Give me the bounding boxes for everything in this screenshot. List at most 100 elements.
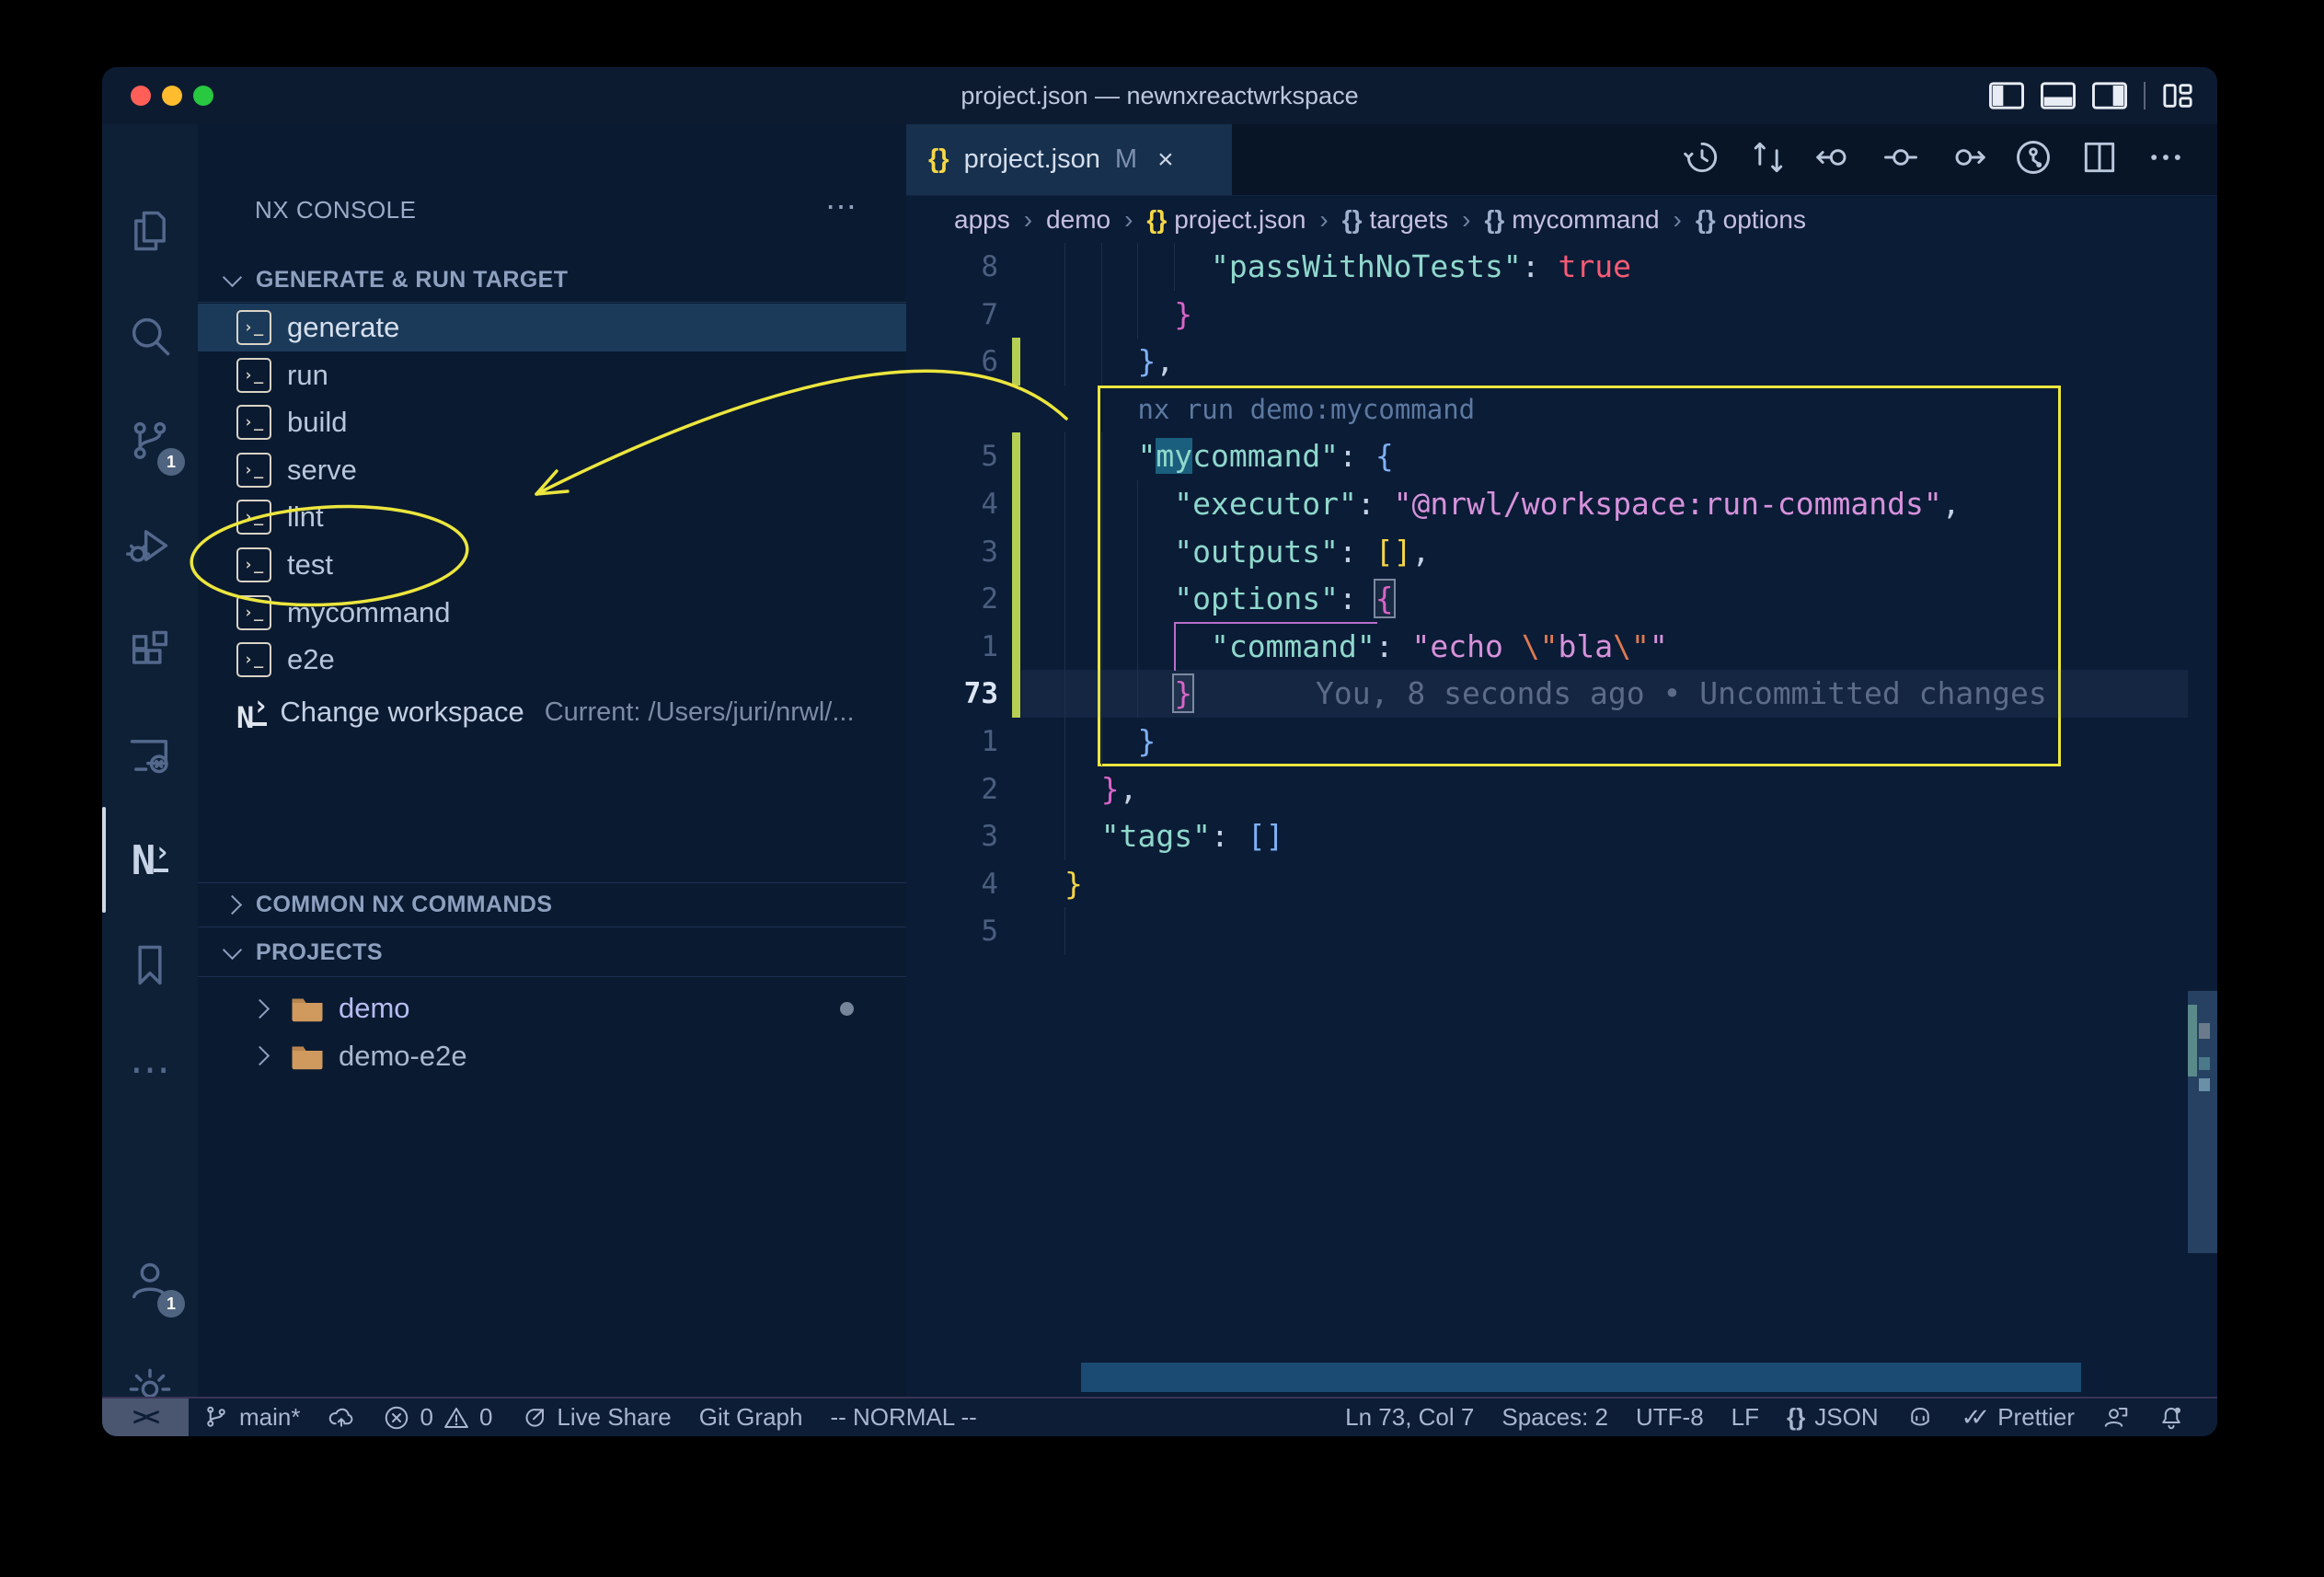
activity-item-remote-explorer[interactable] [102, 709, 198, 801]
code-line[interactable]: 1 "command": "echo \"bla\"" [906, 623, 2217, 671]
status-copilot[interactable] [1893, 1399, 1948, 1436]
code-text: "mycommand": { [1064, 432, 1394, 480]
project-label: demo-e2e [339, 1040, 467, 1073]
project-item-demo[interactable]: demo [198, 984, 906, 1032]
tab-close-icon[interactable]: × [1157, 144, 1174, 176]
status-encoding[interactable]: UTF-8 [1622, 1399, 1718, 1436]
code-line[interactable]: 5 [906, 907, 2217, 955]
code-line[interactable]: 8 "passWithNoTests": true [906, 243, 2217, 291]
code-line[interactable]: 5 "mycommand": { [906, 432, 2217, 480]
activity-item-more-views[interactable]: ⋯ [102, 1024, 198, 1116]
code-text: }, [1064, 338, 1174, 386]
layout-controls [1989, 67, 2193, 124]
code-text: } [1064, 670, 1192, 718]
sidebar-more-actions-icon[interactable]: ⋯ [825, 189, 858, 225]
target-label: serve [287, 454, 357, 487]
line-number: 7 [934, 291, 998, 339]
status-git-branch[interactable]: main* [189, 1399, 314, 1436]
code-lens-run-command[interactable]: nx run demo:mycommand [1137, 386, 1475, 433]
breadcrumb-item-targets[interactable]: {}targets [1342, 205, 1448, 235]
breadcrumb-item-mycommand[interactable]: {}mycommand [1484, 205, 1659, 235]
breadcrumb-item-options[interactable]: {}options [1696, 205, 1806, 235]
breadcrumb-item-apps[interactable]: apps [954, 205, 1010, 235]
section-label: COMMON NX COMMANDS [256, 892, 552, 918]
breadcrumb-label: targets [1370, 205, 1449, 234]
status-eol[interactable]: LF [1718, 1399, 1773, 1436]
activity-item-search[interactable] [102, 290, 198, 382]
status-notifications[interactable] [2144, 1399, 2199, 1436]
file-history-icon[interactable] [2013, 137, 2054, 182]
status-problems[interactable]: 00 [369, 1399, 506, 1436]
line-number: 3 [934, 528, 998, 576]
code-line[interactable]: 7 } [906, 291, 2217, 339]
activity-item-extensions[interactable] [102, 604, 198, 696]
current-workspace-path: Current: /Users/juri/nrwl/... [545, 697, 855, 728]
target-item-build[interactable]: ›_build [198, 398, 906, 446]
toggle-secondary-sidebar-icon[interactable] [2092, 82, 2127, 109]
status-vim-mode[interactable]: -- NORMAL -- [816, 1399, 990, 1436]
toggle-sidebar-icon[interactable] [1989, 82, 2024, 109]
status-live-share[interactable]: Live Share [506, 1399, 685, 1436]
activity-item-explorer[interactable] [102, 185, 198, 277]
code-line[interactable]: 2 "options": { [906, 575, 2217, 623]
status-prettier[interactable]: ✓✓Prettier [1948, 1399, 2088, 1436]
target-item-lint[interactable]: ›_lint [198, 493, 906, 541]
activity-item-accounts[interactable]: 1 [102, 1235, 198, 1327]
previous-change-icon[interactable] [1814, 137, 1855, 182]
code-line[interactable]: 1 } [906, 718, 2217, 765]
status-language-mode[interactable]: {}JSON [1773, 1399, 1893, 1436]
code-line[interactable]: 73 }You, 8 seconds ago • Uncommitted cha… [906, 670, 2217, 718]
code-line[interactable]: 4 "executor": "@nrwl/workspace:run-comma… [906, 480, 2217, 528]
breadcrumb-item-demo[interactable]: demo [1046, 205, 1110, 235]
status-indentation[interactable]: Spaces: 2 [1488, 1399, 1622, 1436]
target-item-run[interactable]: ›_run [198, 351, 906, 399]
tab-project-json[interactable]: {} project.json M × [906, 124, 1232, 195]
status-sync[interactable] [314, 1399, 369, 1436]
split-editor-icon[interactable] [2079, 137, 2120, 182]
code-editor[interactable]: 8 "passWithNoTests": true7 }6 },nx run d… [906, 242, 2217, 1399]
code-text: } [1064, 860, 1083, 908]
current-change-icon[interactable] [1881, 137, 1921, 182]
line-number: 73 [934, 670, 998, 718]
section-generate-run-target[interactable]: GENERATE & RUN TARGET [198, 258, 906, 302]
activity-item-source-control[interactable]: 1 [102, 395, 198, 487]
compare-changes-icon[interactable] [1748, 137, 1789, 182]
json-braces-icon: {} [1696, 205, 1716, 234]
activity-item-bookmarks[interactable] [102, 919, 198, 1011]
status-feedback[interactable] [2088, 1399, 2144, 1436]
project-item-demo-e2e[interactable]: demo-e2e [198, 1032, 906, 1080]
target-item-test[interactable]: ›_test [198, 541, 906, 589]
change-workspace-item[interactable]: N›Change workspaceCurrent: /Users/juri/n… [198, 688, 906, 736]
target-item-mycommand[interactable]: ›_mycommand [198, 589, 906, 637]
code-line[interactable]: 3 "tags": [] [906, 812, 2217, 860]
customize-layout-icon[interactable] [2162, 82, 2193, 109]
status-label: -- NORMAL -- [830, 1403, 976, 1432]
breadcrumb-item-project.json[interactable]: {}project.json [1146, 205, 1306, 235]
code-line[interactable]: nx run demo:mycommand [906, 386, 2217, 433]
target-item-generate[interactable]: ›_generate [198, 304, 906, 351]
horizontal-scrollbar[interactable] [1081, 1363, 2081, 1392]
target-item-e2e[interactable]: ›_e2e [198, 636, 906, 684]
section-projects[interactable]: PROJECTS [198, 930, 906, 974]
target-item-serve[interactable]: ›_serve [198, 446, 906, 494]
project-status-dot [840, 1002, 854, 1016]
twistie-icon[interactable] [250, 998, 270, 1018]
timeline-icon[interactable] [1682, 137, 1722, 182]
activity-item-run-and-debug[interactable] [102, 500, 198, 592]
next-change-icon[interactable] [1947, 137, 1987, 182]
section-common-nx-commands[interactable]: COMMON NX COMMANDS [198, 882, 906, 927]
code-line[interactable]: 3 "outputs": [], [906, 528, 2217, 576]
editor-group: {} project.json M × apps›demo›{}project.… [906, 124, 2217, 1399]
code-line[interactable]: 2 }, [906, 765, 2217, 813]
folder-icon [291, 995, 324, 1022]
activity-item-nx-console[interactable]: N› [102, 814, 198, 906]
code-line[interactable]: 4} [906, 860, 2217, 908]
status-remote[interactable]: >< [102, 1399, 189, 1436]
status-git-graph[interactable]: Git Graph [685, 1399, 817, 1436]
breadcrumb-label: mycommand [1512, 205, 1659, 234]
twistie-icon[interactable] [250, 1046, 270, 1065]
code-line[interactable]: 6 }, [906, 338, 2217, 386]
status-cursor-position[interactable]: Ln 73, Col 7 [1331, 1399, 1488, 1436]
more-actions-icon[interactable] [2146, 137, 2186, 182]
toggle-panel-icon[interactable] [2041, 82, 2076, 109]
